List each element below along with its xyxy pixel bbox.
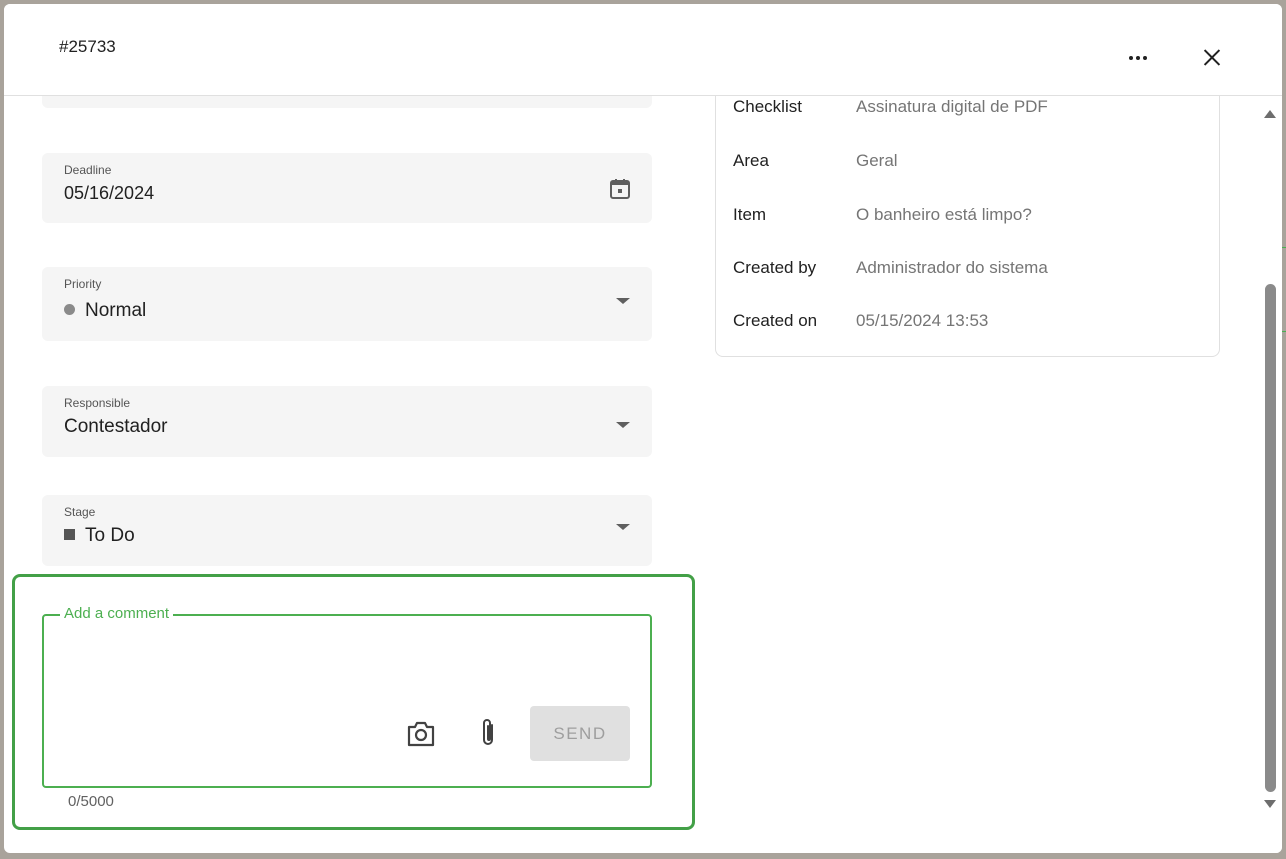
scroll-down-icon[interactable] bbox=[1264, 800, 1276, 808]
scrollbar[interactable] bbox=[1262, 96, 1282, 853]
detail-value: 05/15/2024 13:53 bbox=[856, 311, 989, 330]
dialog-header: #25733 bbox=[4, 4, 1282, 96]
send-button[interactable]: SEND bbox=[530, 706, 630, 761]
responsible-select[interactable]: Responsible Contestador bbox=[42, 386, 652, 457]
scroll-up-icon[interactable] bbox=[1264, 110, 1276, 118]
previous-field bbox=[42, 96, 652, 108]
calendar-icon[interactable] bbox=[608, 177, 632, 201]
more-icon[interactable] bbox=[1124, 44, 1152, 72]
detail-key: Created on bbox=[733, 311, 818, 330]
chevron-down-icon[interactable] bbox=[616, 422, 630, 428]
stage-value: To Do bbox=[85, 525, 135, 546]
deadline-field[interactable]: Deadline 05/16/2024 bbox=[42, 153, 652, 223]
stage-value-row: To Do bbox=[54, 525, 135, 547]
details-card: Checklist Assinatura digital de PDF Area… bbox=[715, 76, 1220, 357]
stage-square-icon bbox=[64, 529, 75, 540]
priority-select[interactable]: Priority Normal bbox=[42, 267, 652, 341]
detail-key: Created by bbox=[733, 258, 817, 277]
chevron-down-icon[interactable] bbox=[616, 524, 630, 530]
ticket-id: #25733 bbox=[59, 37, 116, 56]
priority-label: Priority bbox=[64, 277, 102, 291]
responsible-label: Responsible bbox=[64, 396, 131, 410]
priority-value: Normal bbox=[85, 300, 147, 321]
comment-input[interactable]: Add a comment SEND bbox=[42, 605, 652, 788]
detail-value: Assinatura digital de PDF bbox=[856, 97, 1048, 116]
chevron-down-icon[interactable] bbox=[616, 298, 630, 304]
deadline-label: Deadline bbox=[64, 163, 112, 177]
responsible-value: Contestador bbox=[64, 416, 168, 437]
dialog-content: Deadline 05/16/2024 Priority Normal Resp… bbox=[4, 76, 1262, 853]
detail-key: Item bbox=[733, 205, 767, 224]
comment-label: Add a comment bbox=[60, 605, 174, 622]
close-icon[interactable] bbox=[1197, 42, 1227, 72]
stage-select[interactable]: Stage To Do bbox=[42, 495, 652, 566]
deadline-value: 05/16/2024 bbox=[64, 183, 155, 203]
scrollbar-thumb[interactable] bbox=[1265, 284, 1276, 792]
comment-counter: 0/5000 bbox=[68, 793, 114, 810]
priority-value-row: Normal bbox=[64, 300, 146, 322]
priority-dot-icon bbox=[64, 304, 75, 315]
paperclip-icon[interactable] bbox=[476, 717, 500, 749]
detail-value: Administrador do sistema bbox=[856, 258, 1048, 277]
detail-key: Checklist bbox=[733, 97, 802, 116]
stage-label: Stage bbox=[64, 505, 96, 519]
ticket-dialog: #25733 Deadline 05/16/2024 Priority Norm… bbox=[4, 4, 1282, 853]
detail-value: Geral bbox=[856, 151, 898, 170]
detail-key: Area bbox=[733, 151, 769, 170]
detail-value: O banheiro está limpo? bbox=[856, 205, 1032, 224]
camera-icon[interactable] bbox=[406, 720, 436, 748]
